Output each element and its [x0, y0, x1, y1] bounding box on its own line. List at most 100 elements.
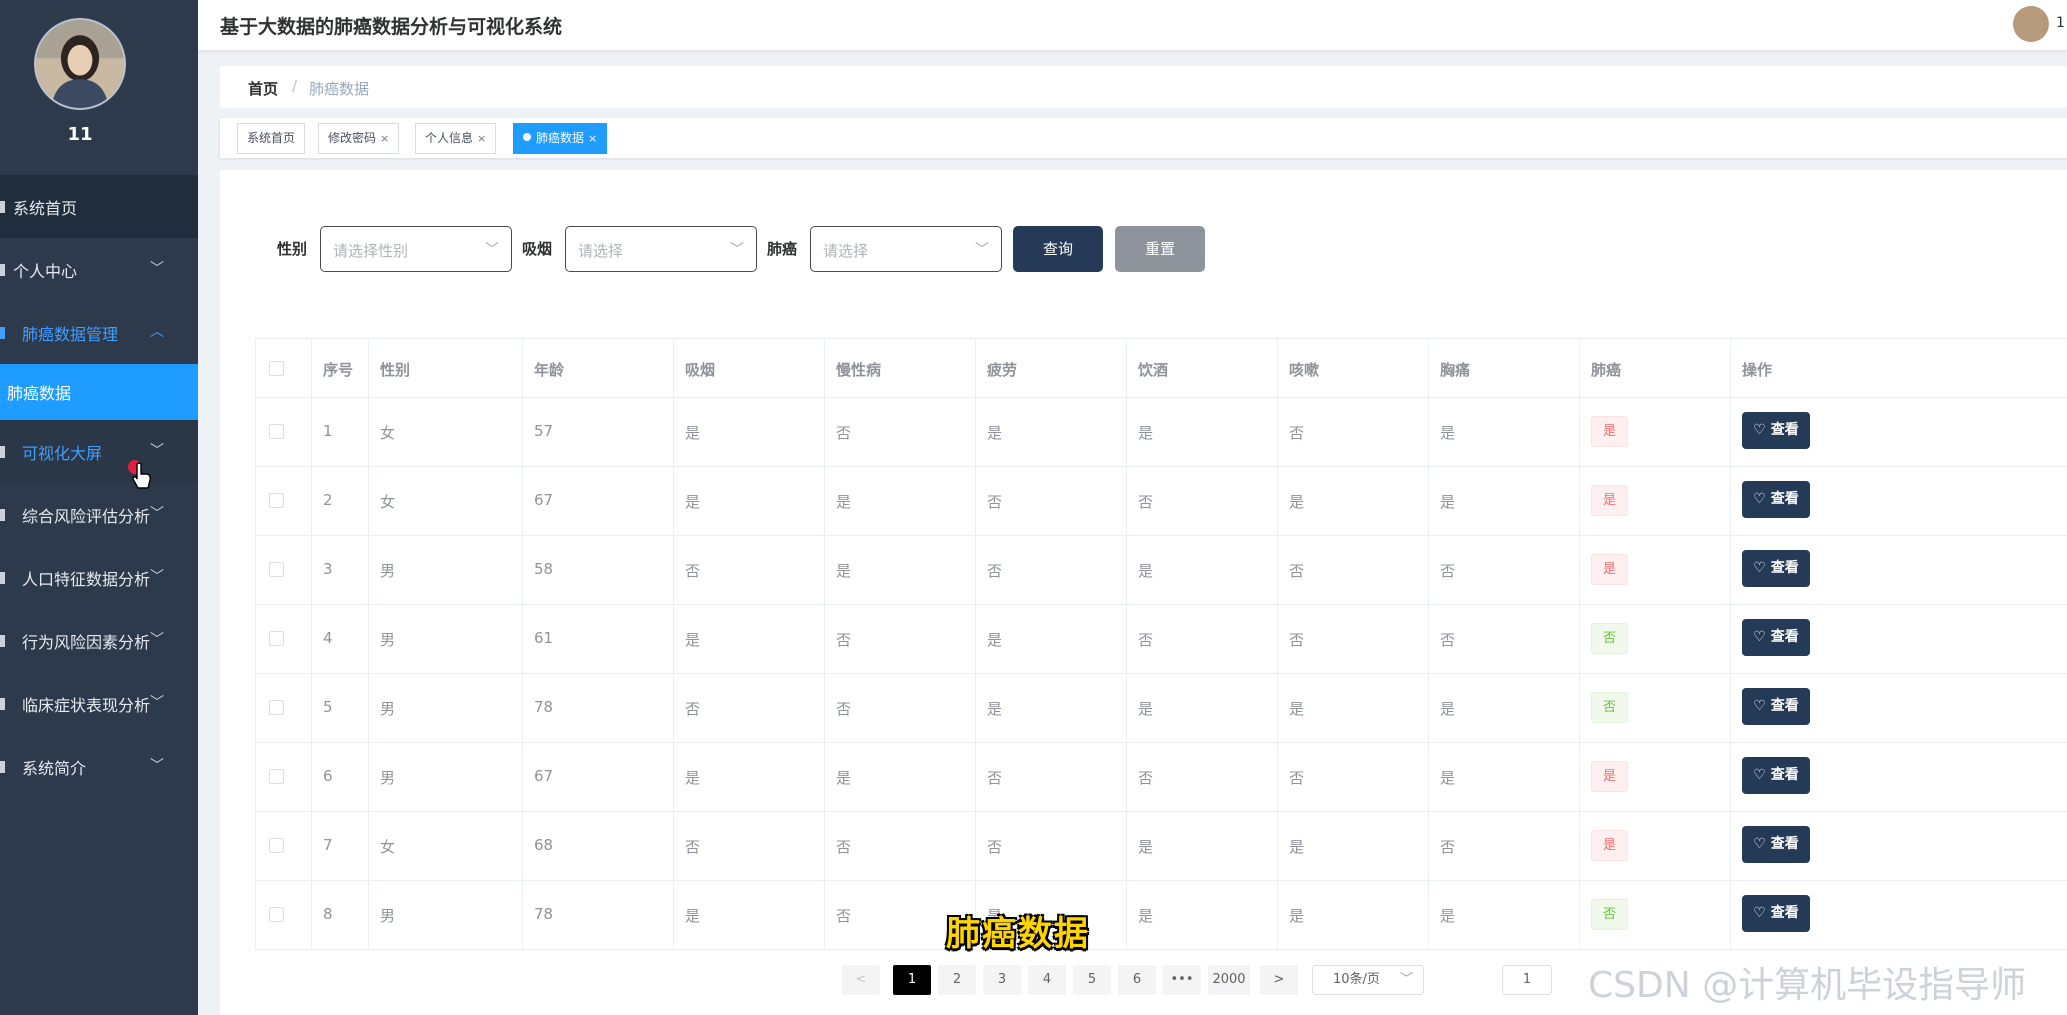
table-cell: 否 [1428, 536, 1579, 604]
next-page-button[interactable]: > [1260, 965, 1298, 995]
sidebar-item-home[interactable]: 系统首页 [0, 175, 198, 238]
table-cell: 是 [1428, 674, 1579, 742]
cell-text: 5 [323, 698, 333, 716]
view-button[interactable]: ♡ 查看 [1742, 481, 1810, 518]
cell-text: 4 [323, 629, 333, 647]
cell-text: 是 [1289, 838, 1305, 856]
close-icon[interactable]: × [588, 132, 597, 145]
row-checkbox[interactable] [269, 838, 284, 853]
row-checkbox[interactable] [269, 700, 284, 715]
sidebar-menu: 系统首页 个人中心 ﹀ 肺癌数据管理 ︿ 肺癌数据 可视化大屏 ﹀ 综合风险评估… [0, 175, 198, 798]
sidebar-item-lung-data-management[interactable]: 肺癌数据管理 ︿ [0, 301, 198, 364]
sidebar-item-demographics[interactable]: 人口特征数据分析 ﹀ [0, 546, 198, 609]
row-checkbox[interactable] [269, 769, 284, 784]
page-button[interactable]: 3 [983, 965, 1021, 995]
sidebar-item-risk-analysis[interactable]: 综合风险评估分析 ﹀ [0, 483, 198, 546]
close-icon[interactable]: × [380, 132, 389, 145]
view-button[interactable]: ♡ 查看 [1742, 619, 1810, 656]
header-cell: 咳嗽 [1277, 339, 1428, 397]
sidebar-item-personal-center[interactable]: 个人中心 ﹀ [0, 238, 198, 301]
more-pages-button[interactable]: ••• [1163, 965, 1201, 995]
tab-change-password[interactable]: 修改密码 × [318, 123, 400, 154]
sidebar-item-clinical-symptoms[interactable]: 临床症状表现分析 ﹀ [0, 672, 198, 735]
table-header-row: 序号 性别 年龄 吸烟 慢性病 疲劳 饮酒 咳嗽 胸痛 肺癌 操作 [255, 338, 2067, 398]
action-cell: ♡ 查看 [1730, 467, 2067, 535]
table-cell: 是 [975, 674, 1126, 742]
table-cell: 7 [311, 812, 368, 880]
page-button[interactable]: 6 [1118, 965, 1156, 995]
cell-text: 8 [323, 905, 333, 923]
page-size-select[interactable]: 10条/页 ﹀ [1312, 965, 1424, 995]
row-checkbox[interactable] [269, 907, 284, 922]
avatar[interactable] [34, 18, 126, 110]
select-all-checkbox[interactable] [269, 361, 284, 376]
smoke-filter-label: 吸烟 [522, 240, 553, 258]
cell-text: 否 [1289, 562, 1305, 580]
table-row: 1 女 57 是 否 是 是 否 是 是 ♡ 查看 [255, 398, 2067, 467]
table-row: 2 女 67 是 是 否 否 是 是 是 ♡ 查看 [255, 467, 2067, 536]
status-badge: 是 [1591, 830, 1628, 861]
cell-text: 是 [1289, 907, 1305, 925]
chevron-down-icon: ﹀ [150, 695, 164, 711]
close-icon[interactable]: × [477, 132, 486, 145]
table-cell: 女 [368, 467, 522, 535]
header-cell: 操作 [1730, 339, 2067, 397]
chevron-down-icon: ﹀ [150, 261, 164, 277]
row-checkbox[interactable] [269, 562, 284, 577]
chart-icon [0, 698, 5, 710]
smoke-select[interactable]: 请选择 ﹀ [565, 226, 757, 272]
sidebar-item-system-intro[interactable]: 系统简介 ﹀ [0, 735, 198, 798]
last-page-button[interactable]: 2000 [1208, 965, 1250, 995]
table-row: 5 男 78 否 否 是 是 是 是 否 ♡ 查看 [255, 674, 2067, 743]
view-button[interactable]: ♡ 查看 [1742, 688, 1810, 725]
query-button[interactable]: 查询 [1013, 226, 1103, 272]
cell-text: 78 [534, 698, 554, 716]
cell-text: 否 [685, 562, 701, 580]
page-button[interactable]: 4 [1028, 965, 1066, 995]
table-cell: 否 [1277, 398, 1428, 466]
view-button[interactable]: ♡ 查看 [1742, 412, 1810, 449]
breadcrumb-home[interactable]: 首页 [248, 78, 278, 99]
page-jump-input[interactable]: 1 [1502, 965, 1552, 995]
tab-label: 个人信息 [425, 131, 474, 145]
cell-text: 是 [1138, 700, 1154, 718]
cell-text: 78 [534, 905, 554, 923]
row-checkbox[interactable] [269, 631, 284, 646]
cell-text: 否 [836, 631, 852, 649]
view-button[interactable]: ♡ 查看 [1742, 826, 1810, 863]
page-button[interactable]: 1 [893, 965, 931, 995]
page-button[interactable]: 5 [1073, 965, 1111, 995]
cell-text: 否 [836, 424, 852, 442]
cell-text: 男 [380, 562, 396, 580]
sidebar-item-behavior-risk[interactable]: 行为风险因素分析 ﹀ [0, 609, 198, 672]
sidebar-subitem-lung-data[interactable]: 肺癌数据 [0, 364, 198, 420]
cell-text: 否 [1440, 562, 1456, 580]
view-button[interactable]: ♡ 查看 [1742, 895, 1810, 932]
sidebar-username: 11 [67, 124, 93, 145]
prev-page-button[interactable]: < [842, 965, 880, 995]
tab-system-home[interactable]: 系统首页 [237, 123, 306, 154]
tab-lung-data[interactable]: 肺癌数据 × [513, 123, 608, 154]
status-badge: 是 [1591, 416, 1628, 447]
tab-personal-info[interactable]: 个人信息 × [415, 123, 497, 154]
gender-select[interactable]: 请选择性别 ﹀ [320, 226, 512, 272]
header-username[interactable]: 1 [2056, 15, 2065, 31]
view-button-label: 查看 [1770, 491, 1799, 507]
sidebar-item-label: 临床症状表现分析 [22, 695, 151, 715]
row-checkbox[interactable] [269, 424, 284, 439]
row-checkbox[interactable] [269, 493, 284, 508]
table-cell: 否 [975, 467, 1126, 535]
reset-button[interactable]: 重置 [1115, 226, 1205, 272]
sidebar-item-dashboard[interactable]: 可视化大屏 ﹀ [0, 420, 198, 483]
cancer-select[interactable]: 请选择 ﹀ [810, 226, 1002, 272]
view-button[interactable]: ♡ 查看 [1742, 550, 1810, 587]
cell-text: 男 [380, 769, 396, 787]
info-icon [0, 761, 5, 773]
table-cell: 否 [1579, 674, 1730, 742]
checkbox-cell [255, 398, 311, 466]
view-button[interactable]: ♡ 查看 [1742, 757, 1810, 794]
header-avatar[interactable] [2013, 6, 2049, 42]
cell-text: 否 [836, 907, 852, 925]
cell-text: 是 [987, 631, 1003, 649]
page-button[interactable]: 2 [938, 965, 976, 995]
